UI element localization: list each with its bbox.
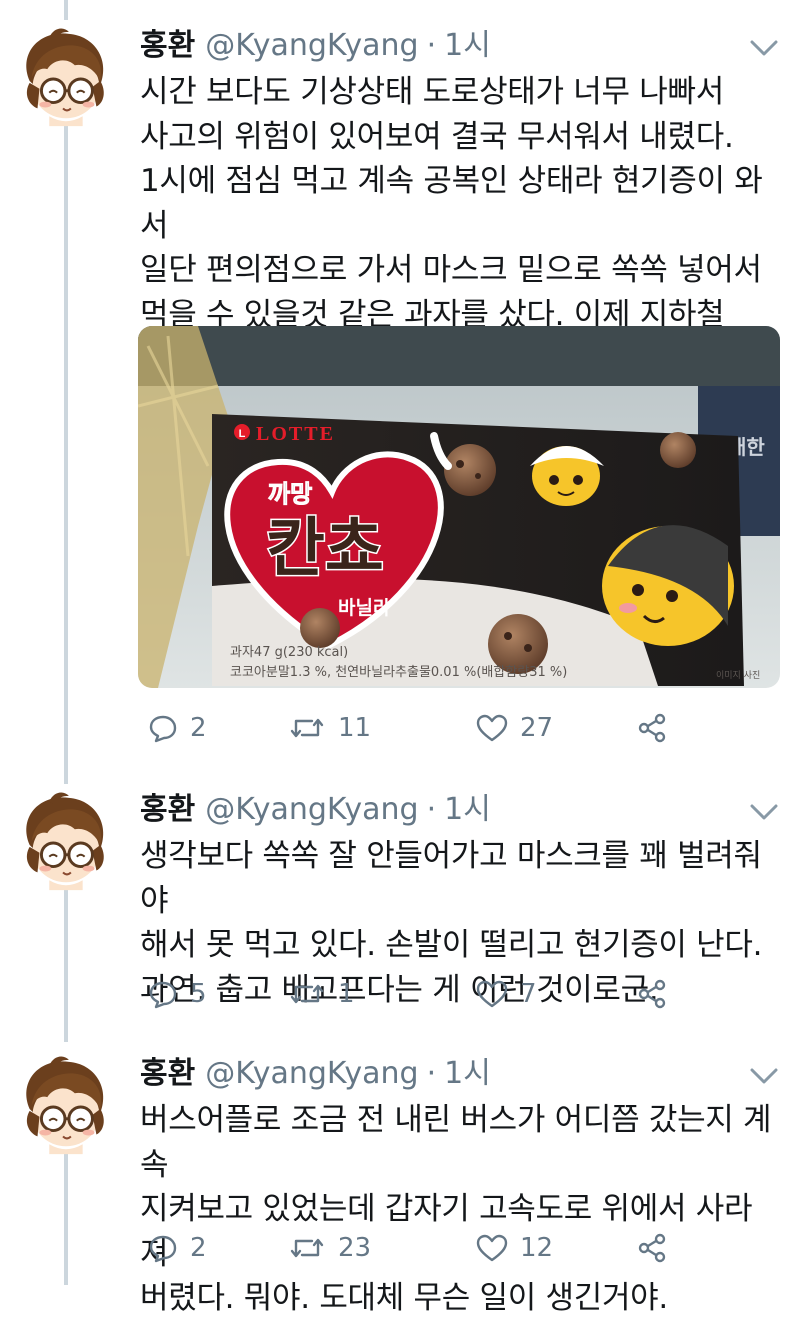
reply-count: 5 [190,979,207,1009]
avatar[interactable] [10,1052,118,1160]
retweet-count: 1 [338,979,355,1009]
separator-dot: · [426,792,437,827]
heart-icon [476,1234,508,1262]
thread-line [64,0,68,20]
reply-icon [149,715,177,743]
reply-button[interactable]: 2 [148,1228,207,1268]
tweet-header: 홍환 @KyangKyang · 1시 [140,24,491,68]
product-name: 칸쵸 [266,512,384,586]
like-count: 27 [520,713,554,743]
avatar[interactable] [10,788,118,896]
retweet-icon [290,1238,324,1258]
share-icon [638,979,666,1009]
tweet-photo[interactable]: 대한 L LOTTE 까망 칸쵸 바닐라 과자47 g(230 kcal) 코코… [138,326,780,688]
separator-dot: · [426,28,437,63]
user-handle[interactable]: @KyangKyang [205,788,418,832]
timestamp[interactable]: 1시 [444,788,491,832]
tweet-header: 홍환 @KyangKyang · 1시 [140,788,491,832]
like-button[interactable]: 12 [476,1228,553,1268]
tweet[interactable]: 홍환 @KyangKyang · 1시 생각보다 쏙쏙 잘 안들어가고 마스크를… [0,788,800,1018]
svg-text:L: L [239,428,246,440]
tweet-header: 홍환 @KyangKyang · 1시 [140,1052,491,1096]
like-count: 12 [520,1233,554,1263]
product-flavor: 바닐라 [338,597,391,619]
retweet-icon [290,984,324,1004]
chevron-down-icon[interactable] [744,1060,784,1090]
reply-icon [149,1235,177,1263]
share-icon [638,1233,666,1263]
chevron-down-icon[interactable] [744,32,784,62]
reply-button[interactable]: 2 [148,708,207,748]
reply-icon [149,981,177,1009]
image-corner-note: 이미지 사진 [716,670,760,681]
reply-count: 2 [190,1233,207,1263]
tweet-text: 버스어플로 조금 전 내린 버스가 어디쯤 갔는지 계속 지켜보고 있었는데 갑… [140,1102,772,1316]
reply-count: 2 [190,713,207,743]
tweet-actions: 5 1 7 [140,974,700,1014]
share-icon [638,713,666,743]
share-button[interactable] [636,708,668,748]
snack-package-image: 대한 L LOTTE 까망 칸쵸 바닐라 과자47 g(230 kcal) 코코… [138,326,780,688]
display-name[interactable]: 홍환 [140,1052,195,1096]
retweet-button[interactable]: 1 [288,974,355,1014]
retweet-button[interactable]: 23 [288,1228,371,1268]
product-subtitle: 까망 [268,480,312,508]
tweet[interactable]: 홍환 @KyangKyang · 1시 버스어플로 조금 전 내린 버스가 어디… [0,1052,800,1316]
tweet-actions: 2 11 27 [140,708,700,748]
retweet-icon [290,718,324,738]
nutrition-line-2: 코코아분말1.3 %, 천연바닐라추출물0.01 %(배합함량31 %) [230,665,567,680]
heart-icon [476,714,508,742]
separator-dot: · [426,1056,437,1091]
chevron-down-icon[interactable] [744,796,784,826]
user-handle[interactable]: @KyangKyang [205,24,418,68]
nutrition-line-1: 과자47 g(230 kcal) [230,645,348,660]
heart-icon [476,980,508,1008]
retweet-button[interactable]: 11 [288,708,371,748]
share-button[interactable] [636,974,668,1014]
user-handle[interactable]: @KyangKyang [205,1052,418,1096]
timestamp[interactable]: 1시 [444,24,491,68]
display-name[interactable]: 홍환 [140,788,195,832]
like-count: 7 [520,979,537,1009]
display-name[interactable]: 홍환 [140,24,195,68]
tweet-actions: 2 23 12 [140,1228,700,1268]
like-button[interactable]: 27 [476,708,553,748]
like-button[interactable]: 7 [476,974,537,1014]
reply-button[interactable]: 5 [148,974,207,1014]
retweet-count: 23 [338,1233,372,1263]
retweet-count: 11 [338,713,372,743]
timestamp[interactable]: 1시 [444,1052,491,1096]
avatar[interactable] [10,24,118,132]
tweet[interactable]: 홍환 @KyangKyang · 1시 시간 보다도 기상상태 도로상태가 너무… [0,24,800,774]
brand-logo: LOTTE [256,423,335,445]
share-button[interactable] [636,1228,668,1268]
